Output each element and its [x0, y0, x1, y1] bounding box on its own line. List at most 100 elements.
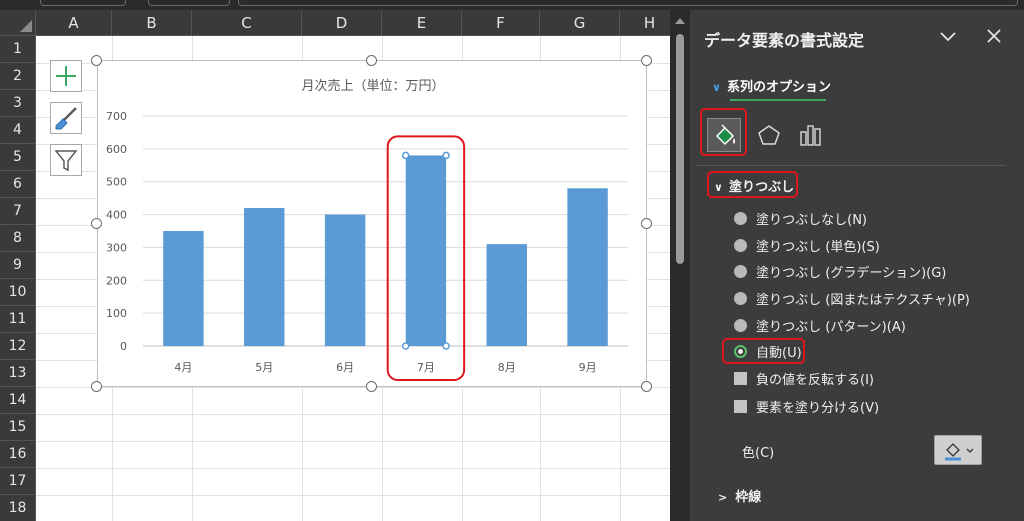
chart-bar[interactable] [163, 231, 204, 346]
format-data-point-pane: データ要素の書式設定 ∨ 系列のオプション ∨ 塗りつぶし 塗りつぶしなし(N)… [690, 10, 1024, 521]
divider [696, 165, 1006, 166]
row-header-7[interactable]: 7 [0, 198, 36, 225]
row-header-2[interactable]: 2 [0, 63, 36, 90]
row-header-9[interactable]: 9 [0, 252, 36, 279]
radio-picture-fill[interactable]: 塗りつぶし (図またはテクスチャ)(P) [734, 289, 970, 308]
radio-solid-fill[interactable]: 塗りつぶし (単色)(S) [734, 236, 880, 255]
bar-chart-icon [800, 125, 821, 146]
series-options-tab[interactable]: ∨ 系列のオプション [712, 76, 831, 95]
checkbox[interactable] [734, 371, 747, 385]
formula-bar-edge[interactable] [238, 0, 1018, 6]
y-tick-label: 100 [106, 307, 127, 320]
column-header-d[interactable]: D [302, 10, 382, 36]
row-header-1[interactable]: 1 [0, 36, 36, 63]
chart-elements-button[interactable] [50, 60, 82, 92]
chart-resize-handle[interactable] [91, 381, 102, 392]
radio-no-fill[interactable]: 塗りつぶしなし(N) [734, 209, 867, 228]
chart-resize-handle[interactable] [366, 381, 377, 392]
chart-resize-handle[interactable] [366, 55, 377, 66]
spreadsheet-grid[interactable]: A B C D E F G H 1 2 3 4 5 6 7 8 9 10 11 … [0, 10, 670, 521]
row-header-16[interactable]: 16 [0, 441, 36, 468]
row-header-17[interactable]: 17 [0, 468, 36, 495]
row-header-6[interactable]: 6 [0, 171, 36, 198]
column-header-a[interactable]: A [36, 10, 112, 36]
select-all-corner[interactable] [0, 10, 36, 36]
selection-handle[interactable] [401, 151, 410, 160]
row-header-3[interactable]: 3 [0, 90, 36, 117]
checkbox[interactable] [734, 399, 747, 413]
column-header-e[interactable]: E [382, 10, 462, 36]
checkbox-invert-negative[interactable]: 負の値を反転する(I) [734, 369, 874, 388]
vertical-scrollbar[interactable] [670, 10, 690, 521]
radio-button[interactable] [734, 291, 747, 305]
column-header-f[interactable]: F [462, 10, 540, 36]
radio-gradient-fill[interactable]: 塗りつぶし (グラデーション)(G) [734, 262, 946, 281]
row-header-12[interactable]: 12 [0, 333, 36, 360]
selection-handle[interactable] [442, 342, 450, 350]
row-header-13[interactable]: 13 [0, 360, 36, 387]
chart-styles-button[interactable] [50, 102, 82, 134]
radio-button-selected[interactable] [734, 344, 747, 358]
column-header-g[interactable]: G [540, 10, 620, 36]
series-options-icon-tab[interactable] [794, 118, 828, 152]
y-tick-label: 200 [106, 274, 127, 287]
chart-resize-handle[interactable] [91, 55, 102, 66]
pane-title: データ要素の書式設定 [704, 31, 865, 50]
radio-automatic[interactable]: 自動(U) [734, 342, 802, 361]
gridline [36, 441, 670, 442]
checkbox-vary-colors[interactable]: 要素を塗り分ける(V) [734, 397, 880, 416]
chart-bar[interactable] [567, 188, 608, 346]
formula-button-edge[interactable] [148, 0, 230, 6]
option-label: 塗りつぶし (パターン)(A) [756, 319, 906, 335]
effects-tab[interactable] [752, 118, 786, 152]
column-header-c[interactable]: C [192, 10, 302, 36]
row-header-8[interactable]: 8 [0, 225, 36, 252]
chart-resize-handle[interactable] [641, 55, 652, 66]
chart-resize-handle[interactable] [641, 218, 652, 229]
chart-filters-button[interactable] [50, 144, 82, 176]
column-header-h[interactable]: H [620, 10, 670, 36]
row-header-15[interactable]: 15 [0, 414, 36, 441]
name-box-edge[interactable] [40, 0, 126, 6]
radio-button[interactable] [734, 211, 747, 225]
pane-options-button[interactable] [936, 24, 960, 48]
chart-area[interactable]: 月次売上（単位：万円） 0 100 200 300 400 500 600 700 4月 5月 6月… [97, 60, 647, 387]
gridline [36, 495, 670, 496]
chart-bar[interactable] [324, 214, 366, 346]
column-header-b[interactable]: B [112, 10, 192, 36]
chart-bar[interactable] [244, 208, 285, 346]
bar-chart[interactable]: 月次売上（単位：万円） 0 100 200 300 400 500 600 700 4月 5月 6月… [98, 61, 648, 388]
row-header-11[interactable]: 11 [0, 306, 36, 333]
fill-line-tab[interactable] [707, 118, 741, 152]
row-header-4[interactable]: 4 [0, 117, 36, 144]
color-label: 色(C) [742, 446, 775, 461]
chart-bar[interactable] [486, 244, 527, 346]
selection-handle[interactable] [401, 342, 410, 350]
radio-pattern-fill[interactable]: 塗りつぶし (パターン)(A) [734, 316, 906, 335]
chevron-right-icon: > [718, 491, 728, 504]
option-label: 自動(U) [756, 345, 802, 361]
scroll-up-icon[interactable] [675, 18, 685, 24]
fill-section-header[interactable]: ∨ 塗りつぶし [714, 176, 794, 195]
row-header-10[interactable]: 10 [0, 279, 36, 306]
chart-bar[interactable] [405, 155, 447, 346]
chart-resize-handle[interactable] [641, 381, 652, 392]
radio-button[interactable] [734, 238, 747, 252]
fill-color-dropdown[interactable] [934, 435, 982, 465]
pane-close-button[interactable] [982, 24, 1006, 48]
row-header-18[interactable]: 18 [0, 495, 36, 521]
scrollbar-thumb[interactable] [676, 34, 684, 264]
chart-resize-handle[interactable] [91, 218, 102, 229]
series-options-label: 系列のオプション [726, 80, 831, 95]
chart-title[interactable]: 月次売上（単位：万円） [301, 78, 444, 94]
radio-button[interactable] [734, 264, 747, 278]
row-header-5[interactable]: 5 [0, 144, 36, 171]
x-tick-label: 5月 [255, 361, 273, 374]
gridline [36, 468, 670, 469]
border-section-header[interactable]: > 枠線 [718, 486, 761, 505]
option-label: 要素を塗り分ける(V) [756, 400, 880, 416]
radio-button[interactable] [734, 318, 747, 332]
selection-handle[interactable] [442, 151, 450, 160]
pentagon-icon [758, 125, 780, 145]
row-header-14[interactable]: 14 [0, 387, 36, 414]
